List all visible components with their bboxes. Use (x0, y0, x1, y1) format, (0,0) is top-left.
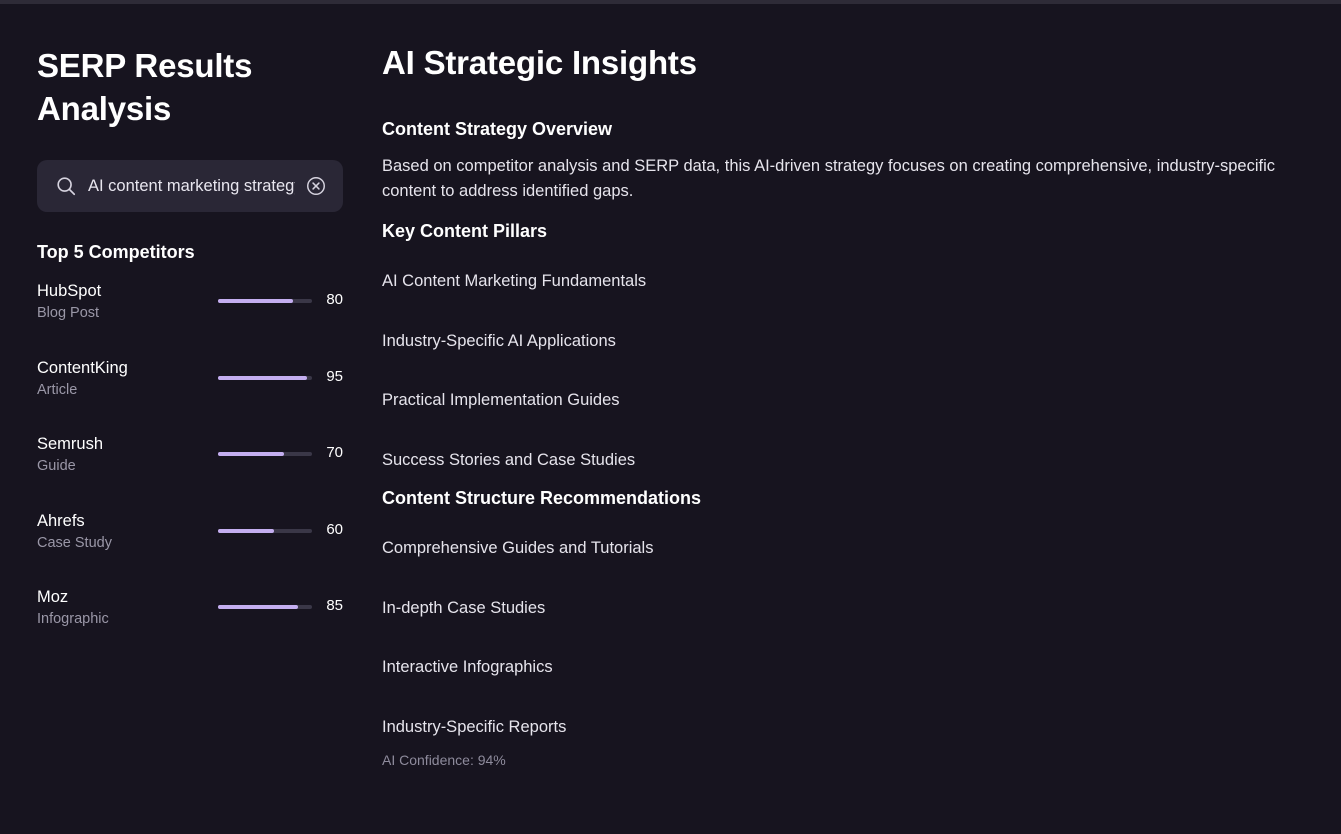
competitor-type: Blog Post (37, 305, 100, 321)
list-item: Interactive Infographics (382, 658, 553, 676)
competitor-list: HubSpot Blog Post 80 ContentKing Article… (37, 280, 343, 663)
competitor-score-bar (218, 299, 312, 303)
competitor-type: Case Study (37, 534, 112, 551)
list-item: Industry-Specific AI Applications (382, 331, 616, 350)
competitor-item[interactable]: HubSpot Blog Post 80 (37, 280, 343, 357)
competitor-item[interactable]: Semrush Guide 70 (37, 433, 343, 510)
strategy-overview-heading: Content Strategy Overview (382, 119, 613, 139)
competitor-score-bar-fill (218, 452, 284, 456)
competitor-score: 70 (326, 444, 343, 461)
content-pillars-list: AI Content Marketing Fundamentals Indust… (382, 255, 1312, 493)
competitors-heading: Top 5 Competitors (37, 242, 195, 262)
competitor-item[interactable]: Moz Infographic 85 (37, 586, 343, 663)
search-box[interactable] (37, 160, 343, 212)
competitor-score-bar-fill (218, 528, 275, 533)
competitor-score-bar-fill (218, 299, 294, 303)
structure-recommendations-list: Comprehensive Guides and Tutorials In-de… (382, 522, 1312, 760)
competitor-score: 95 (326, 367, 343, 385)
list-item: Practical Implementation Guides (382, 391, 620, 409)
clear-circle-icon[interactable] (305, 175, 327, 197)
competitor-type: Guide (37, 458, 76, 474)
window-top-border (0, 0, 1341, 4)
competitor-score: 80 (326, 291, 343, 308)
insights-panel-title: AI Strategic Insights (382, 44, 697, 81)
serp-results-panel: SERP Results Analysis Top 5 Competitors … (37, 44, 343, 663)
competitor-item[interactable]: ContentKing Article 95 (37, 357, 343, 434)
search-input[interactable] (88, 176, 295, 196)
search-icon (57, 177, 76, 196)
competitor-score: 85 (326, 597, 343, 614)
competitor-score-bar-fill (218, 375, 308, 380)
content-pillars-heading: Key Content Pillars (382, 221, 548, 241)
competitor-score: 60 (326, 520, 343, 538)
list-item: Success Stories and Case Studies (382, 450, 636, 469)
competitor-item[interactable]: Ahrefs Case Study 60 (37, 510, 343, 587)
competitor-score-bar (218, 452, 312, 456)
structure-recommendations-heading: Content Structure Recommendations (382, 488, 702, 508)
competitor-score-bar (218, 528, 312, 533)
list-item: AI Content Marketing Fundamentals (382, 272, 647, 290)
competitor-score-bar (218, 605, 312, 609)
competitor-score-bar (218, 375, 312, 380)
ai-confidence-label: AI Confidence: 94% (382, 752, 506, 768)
competitor-score-bar-fill (218, 605, 298, 609)
competitor-type: Infographic (37, 611, 109, 627)
strategy-overview-text: Based on competitor analysis and SERP da… (382, 157, 1275, 200)
ai-insights-panel: AI Strategic Insights Content Strategy O… (382, 44, 1312, 770)
serp-panel-title: SERP Results Analysis (37, 47, 253, 127)
list-item: Comprehensive Guides and Tutorials (382, 539, 654, 557)
list-item: In-depth Case Studies (382, 598, 546, 617)
competitor-type: Article (37, 381, 78, 398)
